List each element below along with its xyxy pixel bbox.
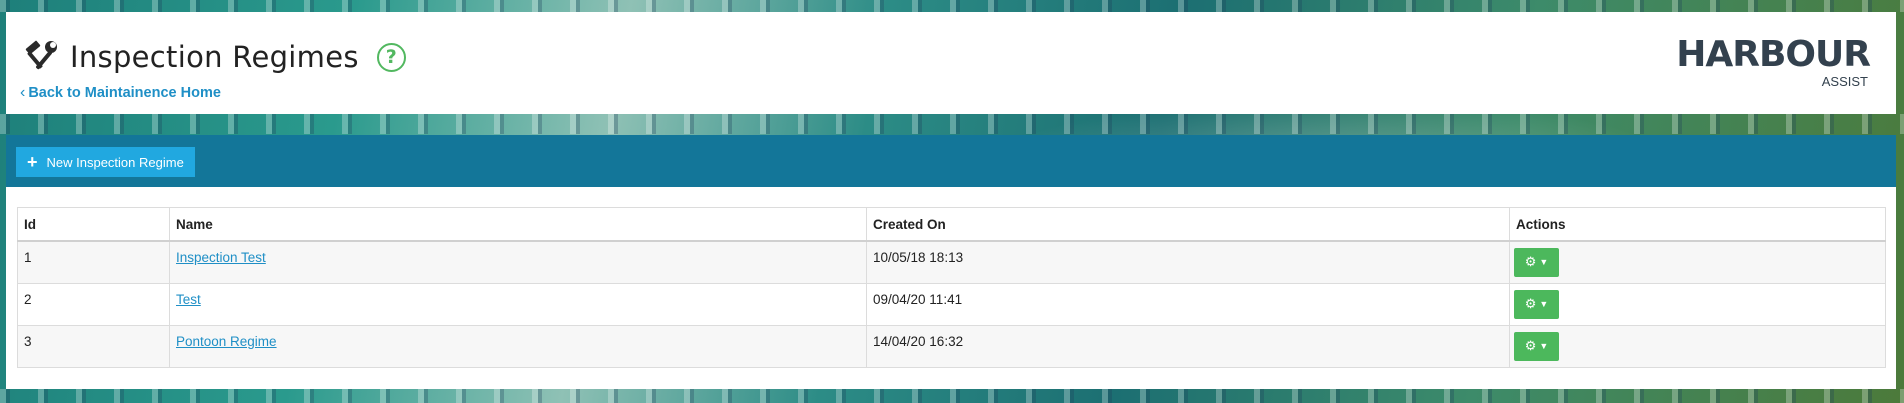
help-icon[interactable]: ? — [376, 42, 406, 72]
inspection-regimes-table: Id Name Created On Actions 1 Inspection … — [17, 207, 1886, 368]
title-row: Inspection Regimes ? — [22, 40, 406, 74]
table-header-row: Id Name Created On Actions — [17, 207, 1886, 242]
table-row: 1 Inspection Test 10/05/18 18:13 ⚙ ▼ — [17, 240, 1886, 284]
column-header-actions: Actions — [1509, 207, 1886, 242]
back-link-label: Back to Maintainence Home — [28, 85, 221, 101]
background-image-strip — [0, 114, 1904, 134]
actions-dropdown-button[interactable]: ⚙ ▼ — [1514, 247, 1559, 277]
gear-icon: ⚙ — [1524, 254, 1537, 269]
new-inspection-regime-button[interactable]: + New Inspection Regime — [16, 147, 195, 177]
table-panel: Id Name Created On Actions 1 Inspection … — [6, 187, 1896, 389]
tools-icon — [22, 40, 60, 74]
cell-id: 1 — [17, 240, 170, 284]
cell-actions: ⚙ ▼ — [1509, 282, 1886, 326]
cell-name: Pontoon Regime — [169, 324, 867, 368]
table-row: 2 Test 09/04/20 11:41 ⚙ ▼ — [17, 282, 1886, 326]
regime-link[interactable]: Pontoon Regime — [176, 334, 277, 349]
plus-icon: + — [27, 152, 38, 172]
new-button-label: New Inspection Regime — [46, 154, 184, 170]
actions-dropdown-button[interactable]: ⚙ ▼ — [1514, 289, 1559, 319]
harbour-assist-logo: HARBOUR ASSIST — [1676, 34, 1871, 94]
cell-actions: ⚙ ▼ — [1509, 240, 1886, 284]
back-to-maintenance-link[interactable]: ‹ Back to Maintainence Home — [20, 84, 221, 102]
cell-created-on: 14/04/20 16:32 — [866, 324, 1510, 368]
cell-created-on: 10/05/18 18:13 — [866, 240, 1510, 284]
background-image-strip — [0, 389, 1904, 403]
column-header-created-on[interactable]: Created On — [866, 207, 1510, 242]
logo-wordmark: HARBOUR — [1676, 34, 1871, 75]
regime-link[interactable]: Inspection Test — [176, 250, 266, 265]
gear-icon: ⚙ — [1524, 338, 1537, 353]
caret-down-icon: ▼ — [1539, 341, 1549, 351]
column-header-name[interactable]: Name — [169, 207, 867, 242]
cell-id: 3 — [17, 324, 170, 368]
actions-dropdown-button[interactable]: ⚙ ▼ — [1514, 331, 1559, 361]
column-header-id[interactable]: Id — [17, 207, 170, 242]
gear-icon: ⚙ — [1524, 296, 1537, 311]
chevron-left-icon: ‹ — [20, 84, 26, 101]
cell-name: Test — [169, 282, 867, 326]
table-row: 3 Pontoon Regime 14/04/20 16:32 ⚙ ▼ — [17, 324, 1886, 368]
background-image — [0, 0, 1904, 12]
cell-created-on: 09/04/20 11:41 — [866, 282, 1510, 326]
logo-subtext: ASSIST — [1821, 74, 1868, 89]
cell-actions: ⚙ ▼ — [1509, 324, 1886, 368]
caret-down-icon: ▼ — [1539, 299, 1549, 309]
toolbar: + New Inspection Regime — [6, 135, 1896, 187]
cell-id: 2 — [17, 282, 170, 326]
page-header: Inspection Regimes ? ‹ Back to Maintaine… — [6, 12, 1896, 114]
cell-name: Inspection Test — [169, 240, 867, 284]
page-title: Inspection Regimes — [70, 40, 359, 74]
regime-link[interactable]: Test — [176, 292, 201, 307]
caret-down-icon: ▼ — [1539, 257, 1549, 267]
